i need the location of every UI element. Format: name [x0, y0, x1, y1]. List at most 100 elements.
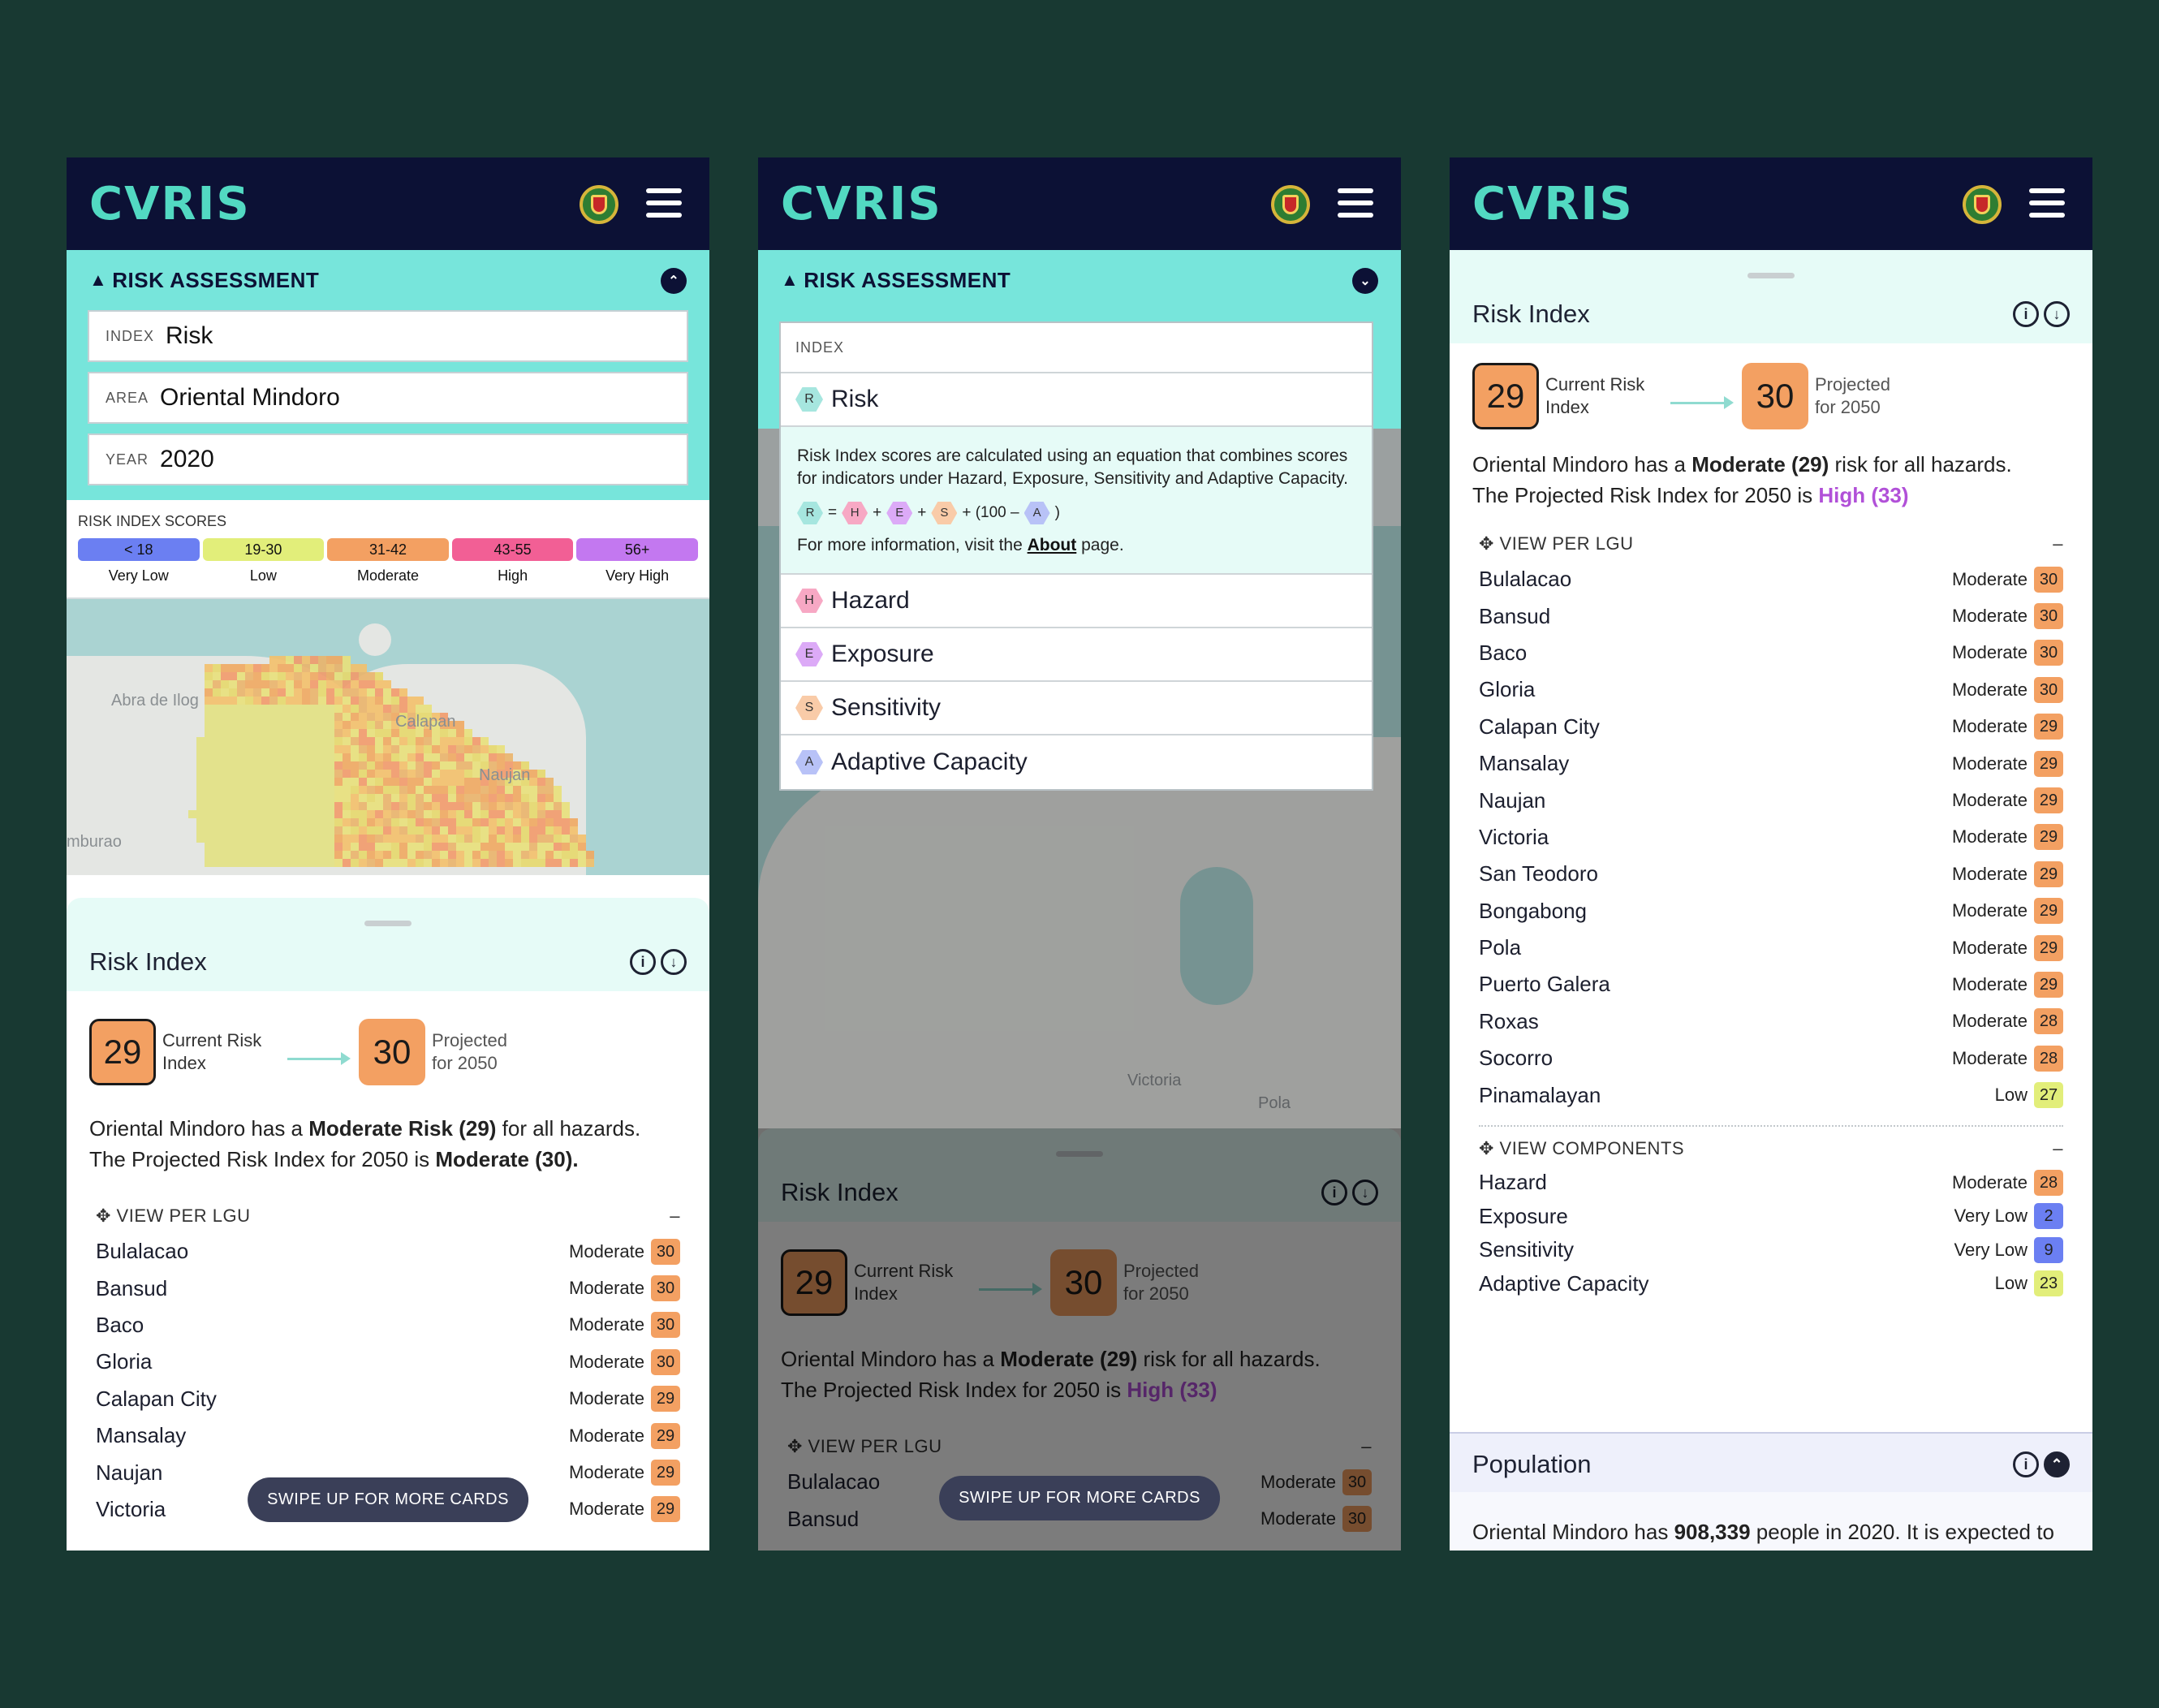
area-select[interactable]: AREA Oriental Mindoro [88, 372, 688, 424]
list-item[interactable]: Exposure Very Low 2 [1479, 1199, 2063, 1233]
list-item[interactable]: Baco Moderate 30 [96, 1307, 680, 1344]
item-category: Moderate [569, 1240, 644, 1262]
hamburger-menu-icon[interactable] [1338, 188, 1373, 218]
score-summary: 29 Current Risk Index 30 Projected for 2… [89, 1019, 687, 1085]
list-item[interactable]: Mansalay Moderate 29 [1479, 745, 2063, 782]
panel-title: RISK ASSESSMENT [804, 267, 1011, 292]
drag-handle[interactable] [1747, 273, 1795, 278]
component-hex-icon: E [795, 642, 823, 666]
drag-handle[interactable] [364, 921, 412, 926]
item-name: Socorro [1479, 1046, 1554, 1071]
hazard-hex-icon: H [842, 502, 868, 524]
list-item[interactable]: Bansud Moderate 30 [96, 1270, 680, 1306]
list-item[interactable]: Socorro Moderate 28 [1479, 1040, 2063, 1076]
option-label: Adaptive Capacity [831, 748, 1028, 775]
list-item[interactable]: Hazard Moderate 28 [1479, 1166, 2063, 1200]
item-name: Exposure [1479, 1203, 1568, 1228]
phone-screen-2: CVRIS ▲ RISK ASSESSMENT ⌄ Victoria Pola I… [758, 157, 1401, 1551]
item-category: Moderate [1952, 568, 2028, 589]
list-item[interactable]: Mansalay Moderate 29 [96, 1417, 680, 1454]
swipe-up-hint[interactable]: SWIPE UP FOR MORE CARDS [248, 1477, 528, 1522]
item-category: Moderate [1952, 826, 2028, 848]
list-item[interactable]: Pinamalayan Low 27 [1479, 1076, 2063, 1113]
list-item[interactable]: Gloria Moderate 30 [96, 1344, 680, 1380]
about-link[interactable]: About [1028, 536, 1077, 554]
list-item[interactable]: Bulalacao Moderate 30 [1479, 561, 2063, 597]
index-select[interactable]: INDEX Risk [88, 310, 688, 362]
download-icon[interactable]: ↓ [661, 949, 687, 975]
list-item[interactable]: Puerto Galera Moderate 29 [1479, 966, 2063, 1003]
list-item[interactable]: Calapan City Moderate 29 [96, 1381, 680, 1417]
info-icon[interactable]: i [1321, 1180, 1347, 1206]
phone-screen-3: CVRIS Risk Index i ↓ 29 Current Risk Inde… [1450, 157, 2092, 1551]
chevron-up-icon[interactable]: ⌃ [2044, 1451, 2070, 1477]
score-bin: 56+ Very High [576, 538, 698, 584]
card-title: Risk Index [89, 947, 207, 976]
view-per-lgu-toggle[interactable]: ✥ VIEW PER LGU – [781, 1436, 1378, 1457]
info-icon[interactable]: i [2013, 1451, 2039, 1477]
chevron-down-icon[interactable]: ⌄ [1352, 268, 1378, 294]
score-bin: 31-42 Moderate [327, 538, 449, 584]
swipe-up-hint[interactable]: SWIPE UP FOR MORE CARDS [939, 1476, 1220, 1520]
list-item[interactable]: San Teodoro Moderate 29 [1479, 856, 2063, 892]
option-sensitivity[interactable]: S Sensitivity [781, 682, 1372, 735]
download-icon[interactable]: ↓ [2044, 301, 2070, 327]
item-name: Mansalay [96, 1423, 187, 1448]
download-icon[interactable]: ↓ [1352, 1180, 1378, 1206]
option-adaptive-capacity[interactable]: A Adaptive Capacity [781, 735, 1372, 789]
item-category: Moderate [1952, 973, 2028, 994]
score-badge: 29 [2034, 860, 2063, 887]
component-hex-icon: A [795, 750, 823, 774]
info-icon[interactable]: i [2013, 301, 2039, 327]
risk-explanation: Risk Index scores are calculated using a… [781, 427, 1372, 575]
option-label: Exposure [831, 640, 934, 667]
list-item[interactable]: Sensitivity Very Low 9 [1479, 1233, 2063, 1267]
projected-label: Projected for 2050 [1815, 374, 1890, 417]
item-category: Moderate [1952, 642, 2028, 663]
view-components-toggle[interactable]: ✥ VIEW COMPONENTS – [1472, 1138, 2070, 1159]
list-item[interactable]: Gloria Moderate 30 [1479, 671, 2063, 708]
score-badge: 23 [2034, 1270, 2063, 1297]
item-name: Naujan [96, 1460, 163, 1485]
risk-assessment-header[interactable]: ▲ RISK ASSESSMENT [781, 250, 1378, 310]
item-name: Calapan City [1479, 714, 1600, 739]
list-item[interactable]: Bongabong Moderate 29 [1479, 893, 2063, 929]
app-logo[interactable]: CVRIS [781, 178, 942, 231]
list-item[interactable]: Victoria Moderate 29 [1479, 819, 2063, 856]
hamburger-menu-icon[interactable] [646, 188, 682, 218]
item-name: Bansud [1479, 603, 1551, 628]
list-item[interactable]: Adaptive Capacity Low 23 [1479, 1266, 2063, 1300]
item-name: Pola [1479, 935, 1522, 960]
view-per-lgu-toggle[interactable]: ✥ VIEW PER LGU – [89, 1206, 687, 1227]
score-badge: 30 [651, 1238, 680, 1265]
app-logo[interactable]: CVRIS [89, 178, 251, 231]
app-logo[interactable]: CVRIS [1472, 178, 1634, 231]
drag-handle[interactable] [1056, 1151, 1103, 1157]
list-item[interactable]: Naujan Moderate 29 [1479, 782, 2063, 818]
risk-assessment-header[interactable]: ▲ RISK ASSESSMENT [89, 250, 687, 310]
list-item[interactable]: Bansud Moderate 30 [1479, 597, 2063, 634]
view-per-lgu-toggle[interactable]: ✥ VIEW PER LGU – [1472, 533, 2070, 554]
info-icon[interactable]: i [630, 949, 656, 975]
list-item[interactable]: Baco Moderate 30 [1479, 635, 2063, 671]
field-value: Risk [166, 322, 213, 349]
list-item[interactable]: Calapan City Moderate 29 [1479, 709, 2063, 745]
score-bin: 43-55 High [451, 538, 574, 584]
option-risk[interactable]: R Risk [781, 373, 1372, 427]
legend-title: RISK INDEX SCORES [78, 513, 227, 529]
list-item[interactable]: Bulalacao Moderate 30 [96, 1233, 680, 1270]
list-item[interactable]: Roxas Moderate 28 [1479, 1003, 2063, 1040]
hamburger-menu-icon[interactable] [2029, 188, 2065, 218]
option-hazard[interactable]: H Hazard [781, 575, 1372, 628]
score-badge: 29 [651, 1386, 680, 1413]
risk-map[interactable]: Abra de Ilog Calapan Naujan mburao [67, 599, 709, 875]
chevron-up-icon[interactable]: ⌃ [661, 268, 687, 294]
option-exposure[interactable]: E Exposure [781, 628, 1372, 682]
item-name: Victoria [96, 1496, 166, 1521]
dropdown-label: INDEX [781, 323, 1372, 373]
list-item[interactable]: Pola Moderate 29 [1479, 929, 2063, 966]
item-name: Baco [1479, 640, 1528, 665]
item-category: Moderate [1952, 679, 2028, 700]
year-select[interactable]: YEAR 2020 [88, 433, 688, 485]
risk-index-card: Risk Index i ↓ 29 Current Risk Index 30 P… [1450, 250, 2092, 1551]
